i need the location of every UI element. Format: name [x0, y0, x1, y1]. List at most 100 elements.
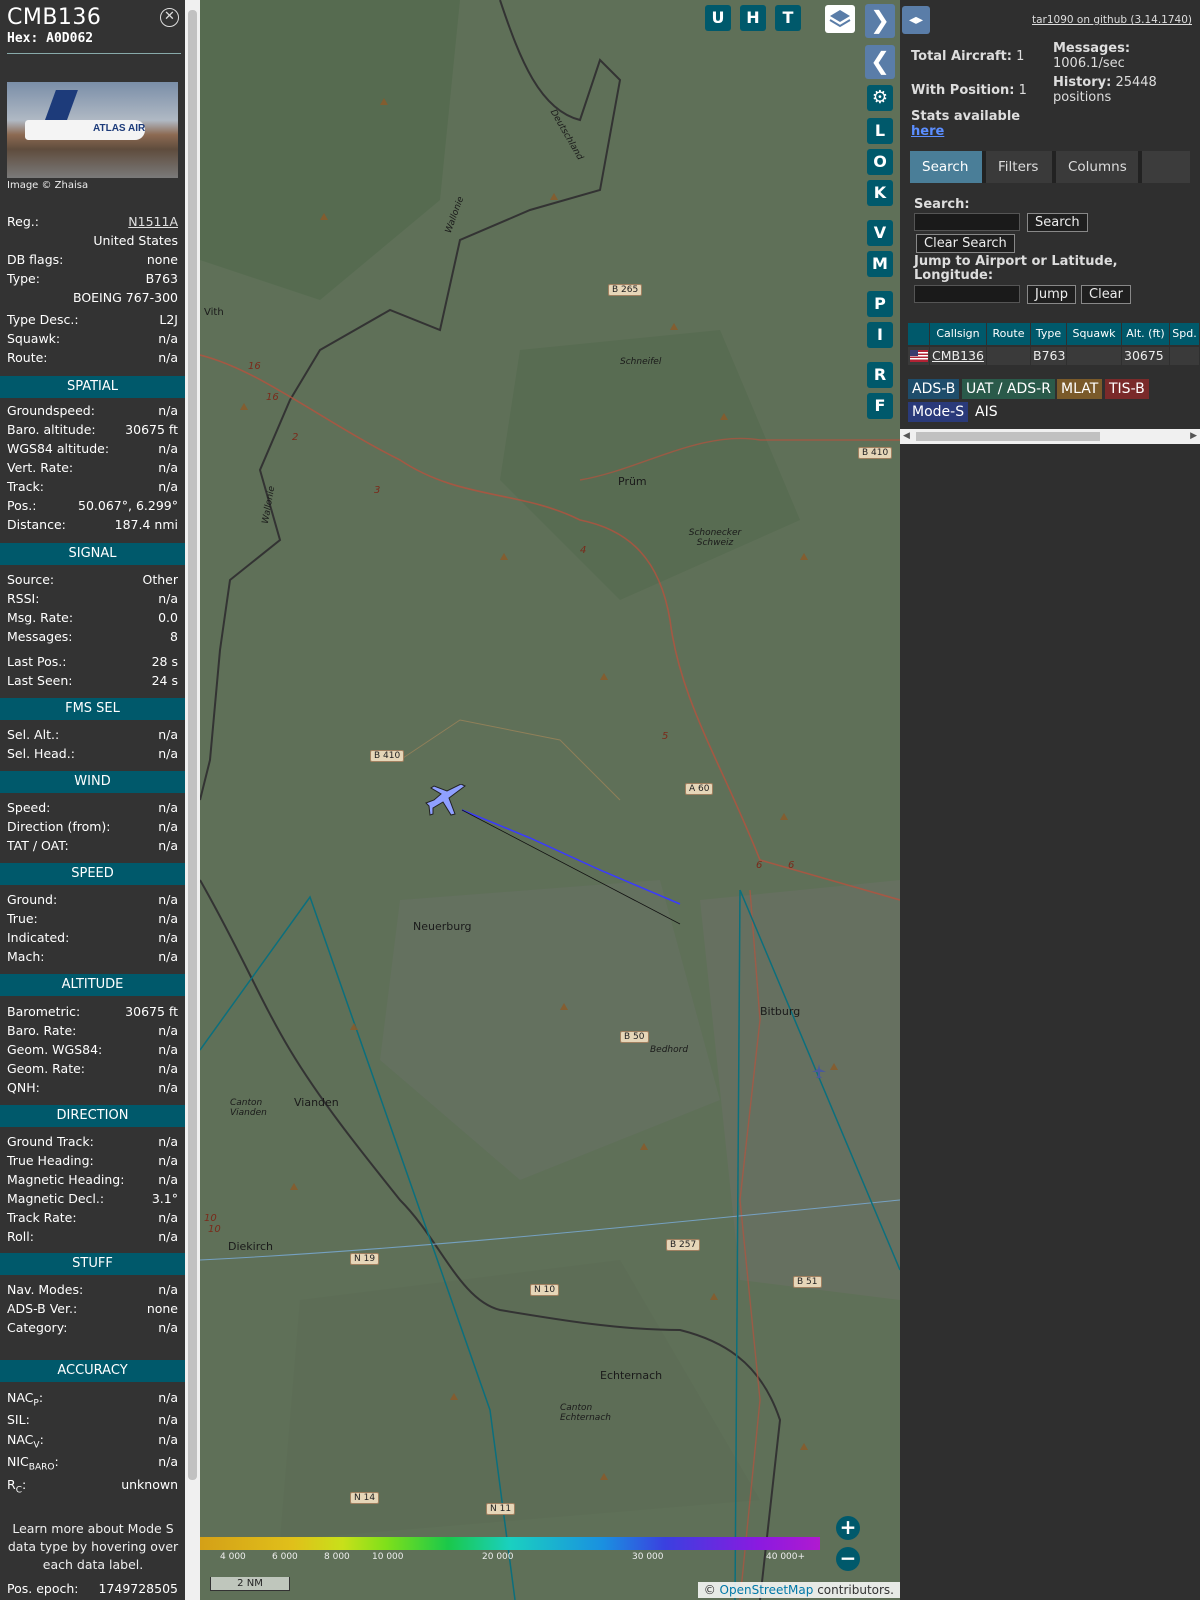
clear-jump-button[interactable]: Clear [1081, 285, 1131, 304]
detail-row: Sel. Head.: n/a [7, 745, 178, 763]
table-cell-speed[interactable] [1170, 347, 1200, 365]
detail-value: 30675 ft [125, 1004, 178, 1019]
toggle-u-button[interactable]: U [705, 5, 731, 31]
close-info-button[interactable]: ✕ [160, 8, 179, 27]
table-header-flag [908, 323, 930, 345]
table-header-squawk[interactable]: Squawk [1067, 323, 1122, 345]
detail-row: NACP: n/a [7, 1389, 178, 1409]
toggle-i-button[interactable]: I [867, 322, 893, 348]
detail-label: DB flags: [7, 252, 64, 267]
toggle-k-button[interactable]: K [867, 180, 893, 206]
detail-label: Distance: [7, 517, 66, 532]
toggle-v-button[interactable]: V [867, 220, 893, 246]
toggle-l-button[interactable]: L [867, 118, 893, 144]
github-link[interactable]: tar1090 on github (3.14.1740) [1032, 14, 1192, 26]
detail-value: n/a [158, 1320, 178, 1335]
scroll-right-icon[interactable]: ▶ [1190, 429, 1197, 444]
detail-row: Track Rate: n/a [7, 1209, 178, 1227]
history-label: History: [1053, 75, 1112, 90]
table-cell-altitude[interactable]: 30675 [1122, 347, 1170, 365]
table-header-type[interactable]: Type [1031, 323, 1067, 345]
table-header-callsign[interactable]: Callsign [930, 323, 987, 345]
section-spatial: SPATIAL [0, 376, 185, 398]
map[interactable]: Vith Schneifel Prüm Schonecker Schweiz N… [200, 0, 900, 1600]
detail-value: n/a [158, 460, 178, 475]
stats-link[interactable]: here [911, 124, 944, 139]
detail-row: Track: n/a [7, 478, 178, 496]
toggle-r-button[interactable]: R [867, 362, 893, 388]
detail-row: WGS84 altitude: n/a [7, 440, 178, 458]
table-cell-flag[interactable] [908, 347, 930, 365]
section-fms-sel: FMS SEL [0, 698, 185, 720]
tab-search[interactable]: Search [910, 151, 982, 183]
legend-tick: 20 000 [482, 1552, 514, 1562]
detail-row: Baro. Rate: n/a [7, 1022, 178, 1040]
other-aircraft-icon[interactable] [812, 1064, 826, 1078]
tab-columns[interactable]: Columns [1056, 151, 1138, 183]
toggle-f-button[interactable]: F [867, 393, 893, 419]
place-label: Canton Echternach [560, 1403, 611, 1423]
info-panel-scrollbar[interactable] [185, 0, 200, 1600]
osm-link[interactable]: OpenStreetMap [720, 1583, 814, 1597]
scroll-left-icon[interactable]: ◀ [903, 429, 910, 444]
next-aircraft-button[interactable]: ❯ [865, 4, 895, 38]
detail-label: Messages: [7, 629, 73, 644]
aircraft-photo[interactable]: ATLAS AIR [7, 82, 178, 178]
jump-input[interactable] [914, 285, 1020, 303]
detail-value: 30675 ft [125, 422, 178, 437]
detail-row: NICBARO: n/a [7, 1453, 178, 1473]
source-tag-uat: UAT / ADS-R [962, 379, 1055, 399]
map-base-layer [200, 0, 900, 1600]
table-cell-squawk[interactable] [1067, 347, 1122, 365]
table-cell-route[interactable] [987, 347, 1031, 365]
detail-value: n/a [158, 1134, 178, 1149]
road-number: 10 [204, 1213, 217, 1224]
detail-label: Pos. epoch: [7, 1581, 79, 1596]
table-horizontal-scrollbar[interactable]: ◀ ▶ [900, 429, 1200, 444]
detail-value: n/a [158, 819, 178, 834]
detail-value: n/a [158, 1432, 178, 1447]
table-cell-type[interactable]: B763 [1031, 347, 1067, 365]
table-cell-callsign[interactable]: CMB136 [930, 347, 987, 365]
settings-gear-icon[interactable]: ⚙ [867, 85, 893, 111]
tab-filters[interactable]: Filters [986, 151, 1052, 183]
registration-link[interactable]: N1511A [128, 213, 178, 231]
aircraft-marker-icon[interactable] [425, 784, 467, 820]
detail-value: n/a [158, 331, 178, 346]
clear-search-button[interactable]: Clear Search [916, 234, 1015, 253]
table-header-speed[interactable]: Spd. [1170, 323, 1200, 345]
toggle-o-button[interactable]: O [867, 149, 893, 175]
detail-label: Last Seen: [7, 673, 73, 688]
detail-row: SIL: n/a [7, 1411, 178, 1429]
jump-button[interactable]: Jump [1027, 285, 1076, 304]
map-attribution: © OpenStreetMap contributors. [697, 1582, 900, 1598]
detail-row: Geom. WGS84: n/a [7, 1041, 178, 1059]
place-label: Echternach [600, 1369, 663, 1382]
scrollbar-thumb[interactable] [188, 10, 197, 1480]
source-tag-modes: Mode-S [908, 402, 969, 422]
panel-tabs: Search Filters Columns [910, 151, 1190, 183]
detail-row: Direction (from): n/a [7, 818, 178, 836]
toggle-m-button[interactable]: M [867, 251, 893, 277]
search-input[interactable] [914, 213, 1020, 231]
toggle-h-button[interactable]: H [740, 5, 766, 31]
detail-label: Geom. WGS84: [7, 1042, 103, 1057]
toggle-sidebar-button[interactable]: ◂▸ [902, 6, 930, 34]
detail-row: Source: Other [7, 571, 178, 589]
detail-row: Ground: n/a [7, 891, 178, 909]
table-header-route[interactable]: Route [987, 323, 1031, 345]
detail-label: NACV: [7, 1432, 44, 1451]
toggle-p-button[interactable]: P [867, 291, 893, 317]
zoom-out-button[interactable]: − [836, 1547, 860, 1571]
pos-epoch-row: Pos. epoch: 1749728505 [7, 1580, 178, 1598]
legend-tick: 8 000 [324, 1552, 350, 1562]
toggle-t-button[interactable]: T [775, 5, 801, 31]
zoom-in-button[interactable]: + [836, 1516, 860, 1540]
scrollbar-thumb[interactable] [916, 432, 1100, 441]
table-header-altitude[interactable]: Alt. (ft) [1122, 323, 1170, 345]
section-accuracy: ACCURACY [0, 1360, 185, 1382]
detail-label: TAT / OAT: [7, 838, 69, 853]
search-button[interactable]: Search [1027, 213, 1088, 232]
prev-aircraft-button[interactable]: ❮ [865, 45, 895, 79]
layers-button[interactable] [825, 5, 855, 33]
